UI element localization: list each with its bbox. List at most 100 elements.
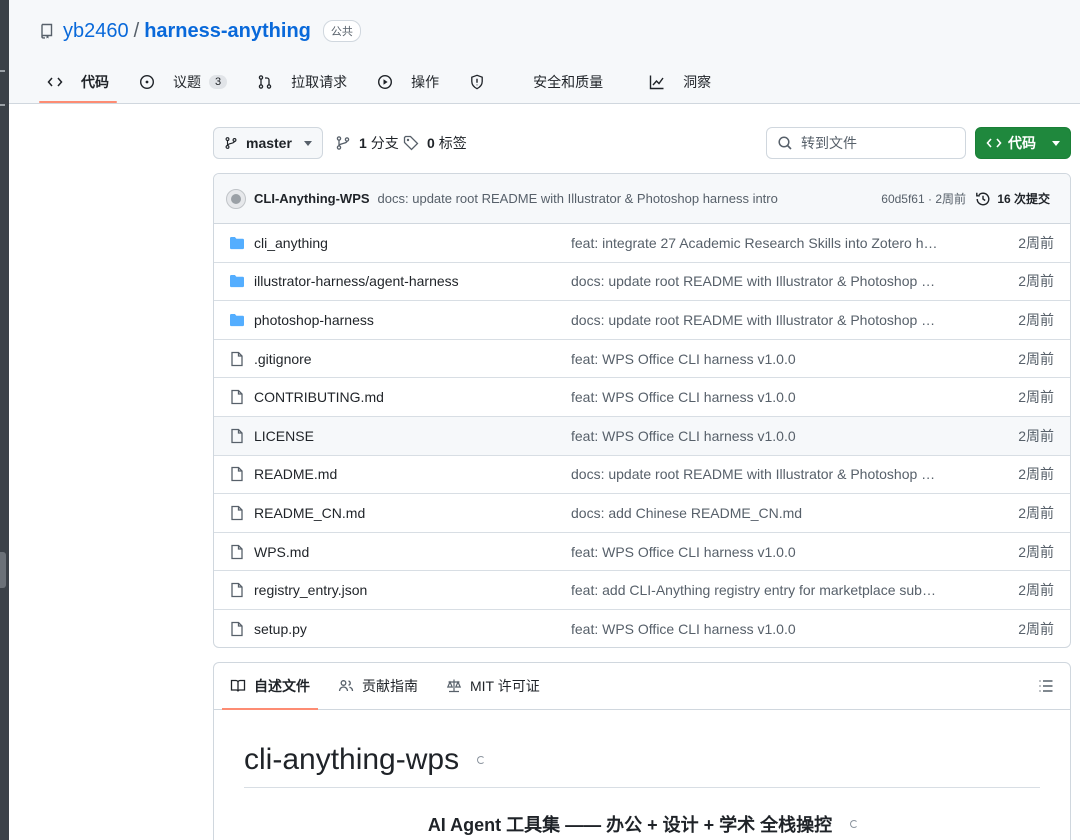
- file-row[interactable]: .gitignore feat: WPS Office CLI harness v…: [214, 340, 1070, 379]
- file-name-link[interactable]: setup.py: [254, 621, 307, 637]
- edge-tick: [0, 70, 5, 72]
- file-commit-date: 2周前: [1018, 466, 1054, 483]
- code-dropdown-button[interactable]: 代码: [975, 127, 1071, 159]
- file-rows: cli_anything feat: integrate 27 Academic …: [214, 224, 1070, 647]
- file-name-link[interactable]: photoshop-harness: [254, 312, 374, 328]
- file-row[interactable]: LICENSE feat: WPS Office CLI harness v1.0…: [214, 416, 1070, 456]
- file-row[interactable]: cli_anything feat: integrate 27 Academic …: [214, 224, 1070, 263]
- chevron-down-icon: [1052, 140, 1060, 146]
- file-commit-message-link[interactable]: feat: WPS Office CLI harness v1.0.0: [571, 544, 941, 560]
- repo-name-link[interactable]: harness-anything: [144, 20, 311, 43]
- file-commit-message-link[interactable]: docs: update root README with Illustrato…: [571, 312, 941, 328]
- file-icon: [231, 390, 243, 405]
- anchor-link-icon[interactable]: [477, 756, 486, 764]
- tab-issues[interactable]: 议题 3: [131, 62, 235, 102]
- commit-hash-time[interactable]: 60d5f61 · 2周前: [881, 190, 966, 207]
- file-name-link[interactable]: CONTRIBUTING.md: [254, 389, 384, 405]
- file-row[interactable]: illustrator-harness/agent-harness docs: u…: [214, 263, 1070, 302]
- file-commit-date: 2周前: [1018, 543, 1054, 560]
- file-commit-date: 2周前: [1018, 389, 1054, 406]
- avatar[interactable]: [226, 188, 246, 209]
- outline-list-icon[interactable]: [1038, 678, 1054, 694]
- file-row[interactable]: registry_entry.json feat: add CLI-Anythin…: [214, 571, 1070, 610]
- anchor-link-icon[interactable]: [850, 820, 859, 828]
- graph-icon: [649, 75, 664, 90]
- file-commit-message-link[interactable]: feat: WPS Office CLI harness v1.0.0: [571, 389, 941, 405]
- law-icon: [446, 679, 462, 693]
- file-name-link[interactable]: .gitignore: [254, 351, 312, 367]
- tab-security-shield[interactable]: [461, 62, 511, 102]
- file-row[interactable]: photoshop-harness docs: update root READM…: [214, 301, 1070, 340]
- repo-nav-tabs: 代码 议题 3 拉取请求 操作 安全和质量 洞察: [39, 62, 733, 104]
- history-icon: [976, 192, 990, 205]
- file-commit-date: 2周前: [1018, 273, 1054, 290]
- edge-handle[interactable]: [0, 552, 6, 588]
- tab-readme[interactable]: 自述文件: [222, 663, 318, 710]
- issue-icon: [139, 74, 155, 90]
- file-name-link[interactable]: registry_entry.json: [254, 582, 367, 598]
- tab-code[interactable]: 代码: [39, 62, 117, 103]
- tab-license[interactable]: MIT 许可证: [438, 663, 548, 709]
- commit-history-link[interactable]: 16 次提交: [975, 190, 1050, 207]
- commit-message-link[interactable]: docs: update root README with Illustrato…: [378, 191, 778, 206]
- tags-link[interactable]: 0 标签: [403, 127, 467, 159]
- file-icon: [231, 582, 243, 598]
- file-name-link[interactable]: README.md: [254, 466, 337, 482]
- branch-select-button[interactable]: master: [213, 127, 323, 159]
- file-commit-message-link[interactable]: docs: add Chinese README_CN.md: [571, 505, 941, 521]
- file-name-link[interactable]: WPS.md: [254, 544, 309, 560]
- tags-count: 0: [427, 135, 435, 151]
- go-to-file-search[interactable]: [766, 127, 966, 159]
- folder-icon: [230, 236, 244, 249]
- file-commit-message-link[interactable]: docs: update root README with Illustrato…: [571, 466, 941, 482]
- tab-insights[interactable]: 洞察: [641, 62, 719, 102]
- tab-license-label: MIT 许可证: [470, 678, 540, 694]
- file-commit-date: 2周前: [1018, 582, 1054, 599]
- file-name-link[interactable]: illustrator-harness/agent-harness: [254, 273, 459, 289]
- file-commit-message-link[interactable]: feat: WPS Office CLI harness v1.0.0: [571, 621, 941, 637]
- file-commit-message-link[interactable]: docs: update root README with Illustrato…: [571, 273, 941, 289]
- tab-actions[interactable]: 操作: [369, 62, 447, 102]
- visibility-badge: 公共: [322, 20, 361, 42]
- commit-author-link[interactable]: CLI-Anything-WPS: [254, 191, 370, 206]
- file-row[interactable]: README_CN.md docs: add Chinese README_CN.…: [214, 494, 1070, 533]
- file-name-link[interactable]: LICENSE: [254, 428, 314, 444]
- repo-title: yb2460 / harness-anything 公共: [39, 16, 361, 46]
- latest-commit-bar: CLI-Anything-WPS docs: update root READM…: [214, 174, 1070, 224]
- file-commit-message-link[interactable]: feat: WPS Office CLI harness v1.0.0: [571, 351, 941, 367]
- search-icon: [778, 136, 792, 150]
- file-commit-message-link[interactable]: feat: WPS Office CLI harness v1.0.0: [571, 428, 941, 444]
- file-commit-message-link[interactable]: feat: add CLI-Anything registry entry fo…: [571, 582, 941, 598]
- file-name-link[interactable]: README_CN.md: [254, 505, 365, 521]
- go-to-file-input[interactable]: [801, 135, 951, 151]
- tab-security[interactable]: 安全和质量: [525, 62, 611, 102]
- tab-security-label: 安全和质量: [533, 74, 604, 90]
- file-row[interactable]: setup.py feat: WPS Office CLI harness v1.…: [214, 610, 1070, 647]
- edge-tick: [0, 104, 5, 106]
- book-icon: [230, 679, 246, 692]
- chevron-down-icon: [304, 140, 312, 146]
- branch-icon: [225, 137, 237, 149]
- file-commit-date: 2周前: [1018, 504, 1054, 521]
- repo-owner-link[interactable]: yb2460: [63, 20, 129, 43]
- code-button-label: 代码: [1008, 135, 1036, 151]
- branch-name: master: [246, 135, 292, 151]
- file-name-link[interactable]: cli_anything: [254, 235, 328, 251]
- tab-pull-requests[interactable]: 拉取请求: [249, 62, 355, 102]
- tab-actions-label: 操作: [411, 74, 440, 90]
- file-commit-message-link[interactable]: feat: integrate 27 Academic Research Ski…: [571, 235, 941, 251]
- branches-link[interactable]: 1 分支: [335, 127, 399, 159]
- path-separator: /: [133, 19, 140, 42]
- file-commit-date: 2周前: [1018, 621, 1054, 638]
- shield-icon: [471, 74, 483, 90]
- tab-contributing-label: 贡献指南: [362, 678, 418, 694]
- file-toolbar: master 1 分支 0 标签 代码: [213, 127, 1071, 159]
- file-commit-date: 2周前: [1018, 234, 1054, 251]
- file-commit-date: 2周前: [1018, 427, 1054, 444]
- readme-heading-text: cli-anything-wps: [244, 743, 460, 776]
- file-row[interactable]: README.md docs: update root README with I…: [214, 456, 1070, 495]
- file-icon: [231, 544, 243, 559]
- file-row[interactable]: CONTRIBUTING.md feat: WPS Office CLI harn…: [214, 378, 1070, 417]
- tab-contributing[interactable]: 贡献指南: [330, 663, 426, 709]
- file-row[interactable]: WPS.md feat: WPS Office CLI harness v1.0.…: [214, 533, 1070, 572]
